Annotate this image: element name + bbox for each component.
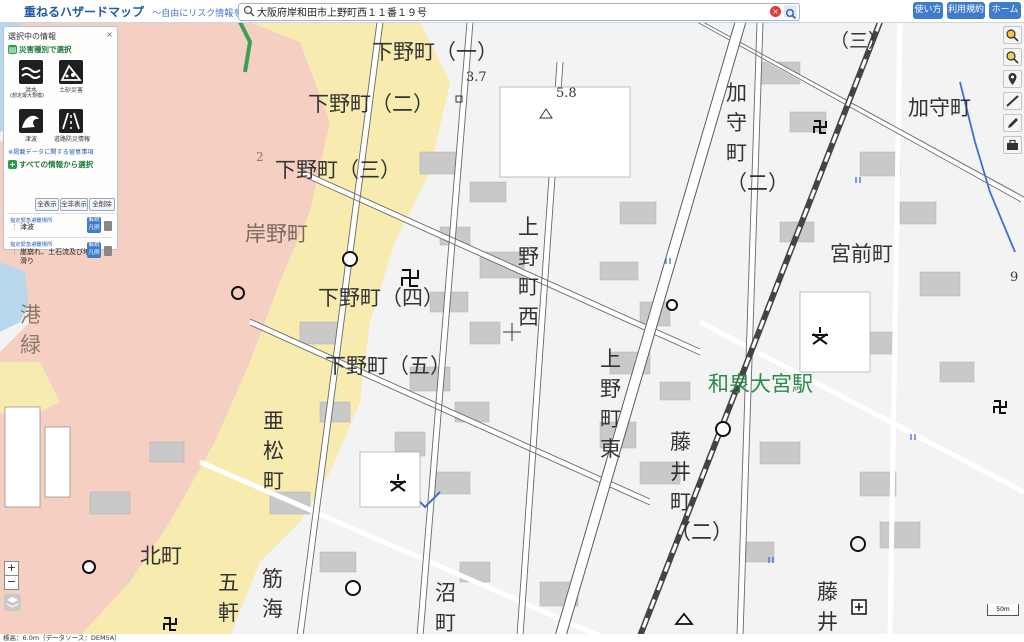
location-tool-button[interactable] (1003, 70, 1022, 88)
map-label-numa: 沼町 (435, 581, 456, 635)
magnifier-icon (1006, 29, 1019, 42)
map-label-elevation-1: 3.7 (466, 70, 487, 85)
trash-icon[interactable] (104, 246, 112, 256)
map-label-shimono-3: 下野町（三） (275, 158, 401, 182)
landslide-hazard-label: 土砂災害 (58, 87, 83, 94)
layer-item[interactable]: 指定緊急避難場所 ⋮ 津波 解説凡例 (7, 213, 113, 236)
delete-all-button[interactable]: 全削除 (89, 198, 115, 211)
clear-search-icon[interactable]: × (770, 6, 781, 17)
toolbox-button[interactable] (1003, 136, 1022, 154)
layers-toggle-button[interactable] (4, 594, 21, 611)
hazard-type-icon: ▤ (8, 45, 17, 54)
pen-tool-button[interactable] (1003, 114, 1022, 132)
map-label-kishino: 岸野町 (245, 222, 308, 246)
landslide-hazard-button[interactable] (59, 60, 83, 84)
add-icon: + (8, 160, 17, 169)
layers-icon (6, 597, 19, 608)
map-label-kita: 北町 (140, 544, 182, 568)
layer-type: 指定緊急避難場所 (10, 242, 53, 248)
scale-bar: 50m (987, 604, 1019, 616)
layer-legend-button[interactable]: 解説凡例 (87, 217, 101, 233)
hide-all-button[interactable]: 全非表示 (60, 198, 88, 211)
map-label-kamori-3: （三） (830, 30, 887, 52)
address-search-box[interactable]: × (238, 3, 800, 21)
select-by-type-link[interactable]: ▤ 災害種別で選択 (8, 44, 72, 55)
map-label-elevation-4: 2 (256, 150, 264, 164)
map-label-sujiumi: 筋海 (262, 567, 283, 621)
map-label-shimono-4: 下野町（四） (318, 286, 444, 310)
panel-title: 選択中の情報 (8, 32, 56, 41)
layer-legend-button[interactable]: 解説凡例 (87, 242, 101, 258)
app-title-text[interactable]: 重ねるハザードマップ (24, 5, 144, 19)
tsunami-hazard-label: 津波 (24, 136, 37, 143)
layer-name: 崖崩れ、土石流及び地滑り (20, 248, 91, 265)
trash-icon[interactable] (104, 221, 112, 231)
line-draw-icon (1006, 95, 1019, 107)
map-label-amatsu: 亜松町 (263, 409, 284, 493)
map-label-shimono-5: 下野町（五） (325, 354, 451, 378)
map-label-elevation-2: 5.8 (556, 86, 577, 101)
map-label-kamori-vertical: 加守町（二） (726, 81, 789, 195)
search-go-icon (786, 9, 797, 20)
tsunami-icon (22, 115, 39, 128)
hazard-map[interactable]: 下野町（一） 下野町（二） 下野町（三） 岸野町 下野町（四） 下野町（五） 上… (0, 22, 1024, 636)
layer-name: 津波 (20, 223, 34, 231)
map-label-miyamae: 宮前町 (830, 242, 893, 266)
status-bar: 標高：6.0m（データソース：DEM5A） (0, 634, 1024, 642)
search-icon (243, 5, 255, 17)
map-label-elevation-3: 9 (1010, 270, 1019, 285)
select-by-type-label: 災害種別で選択 (19, 45, 72, 54)
address-search-input[interactable] (257, 4, 767, 19)
draw-tool-button[interactable] (1003, 92, 1022, 110)
road-hazard-button[interactable] (59, 109, 83, 133)
tsunami-hazard-button[interactable] (19, 109, 43, 133)
help-button[interactable]: 使い方 (913, 2, 943, 19)
drag-handle-icon[interactable]: ⋮ (11, 223, 18, 231)
search-tool-button[interactable] (1003, 26, 1022, 44)
top-bar: 重ねるハザードマップ 〜自由にリスク情報を調べる〜 × 使い方 利用規約 ホーム (0, 0, 1024, 23)
map-label-goken: 五軒 (218, 571, 239, 625)
map-pin-icon (1008, 73, 1017, 85)
zoom-tool-button[interactable] (1003, 48, 1022, 66)
briefcase-icon (1007, 139, 1018, 150)
map-label-ueno-higashi: 上野町東 (600, 347, 621, 461)
map-label-fujii: 藤井町（二） (670, 430, 733, 544)
select-from-all-link[interactable]: + すべての情報から選択 (8, 159, 93, 170)
layer-item[interactable]: 指定緊急避難場所 ⋮ 崖崩れ、土石流及び地滑り 解説凡例 (7, 237, 113, 265)
map-label-station: 和泉大宮駅 (708, 372, 813, 396)
map-label-shimono-2: 下野町（二） (308, 92, 434, 116)
home-button[interactable]: ホーム (989, 2, 1021, 19)
panel-close-icon[interactable]: × (106, 30, 113, 39)
map-label-fujii-2: 藤井 (817, 580, 838, 634)
map-label-shimono-1: 下野町（一） (372, 40, 498, 64)
zoom-search-icon (1006, 51, 1019, 64)
road-hazard-label: 道路防災情報 (54, 136, 91, 143)
landslide-icon (60, 64, 82, 81)
select-from-all-label: すべての情報から選択 (19, 160, 94, 169)
zoom-out-button[interactable]: − (4, 575, 19, 590)
search-button[interactable] (784, 5, 797, 20)
flood-hazard-button[interactable] (19, 60, 43, 84)
map-label-minato: 港緑 (20, 303, 41, 357)
zoom-in-button[interactable]: + (4, 561, 19, 576)
road-disaster-icon (62, 112, 80, 130)
map-label-kamori: 加守町 (908, 96, 971, 120)
terms-button[interactable]: 利用規約 (947, 2, 985, 19)
show-all-button[interactable]: 全表示 (35, 198, 59, 211)
selected-info-panel: 選択中の情報 × ▤ 災害種別で選択 洪水 (想定最大規模) 土砂災害 津波 道路… (3, 26, 118, 265)
pencil-icon (1008, 118, 1018, 128)
flood-icon (21, 67, 41, 79)
drag-handle-icon[interactable]: ⋮ (11, 248, 18, 256)
flood-hazard-sub: (想定最大規模) (10, 93, 44, 99)
map-label-ueno-nishi: 上野町西 (518, 215, 539, 329)
data-notes-link[interactable]: ※掲載データに関する留意事項 (8, 147, 94, 156)
